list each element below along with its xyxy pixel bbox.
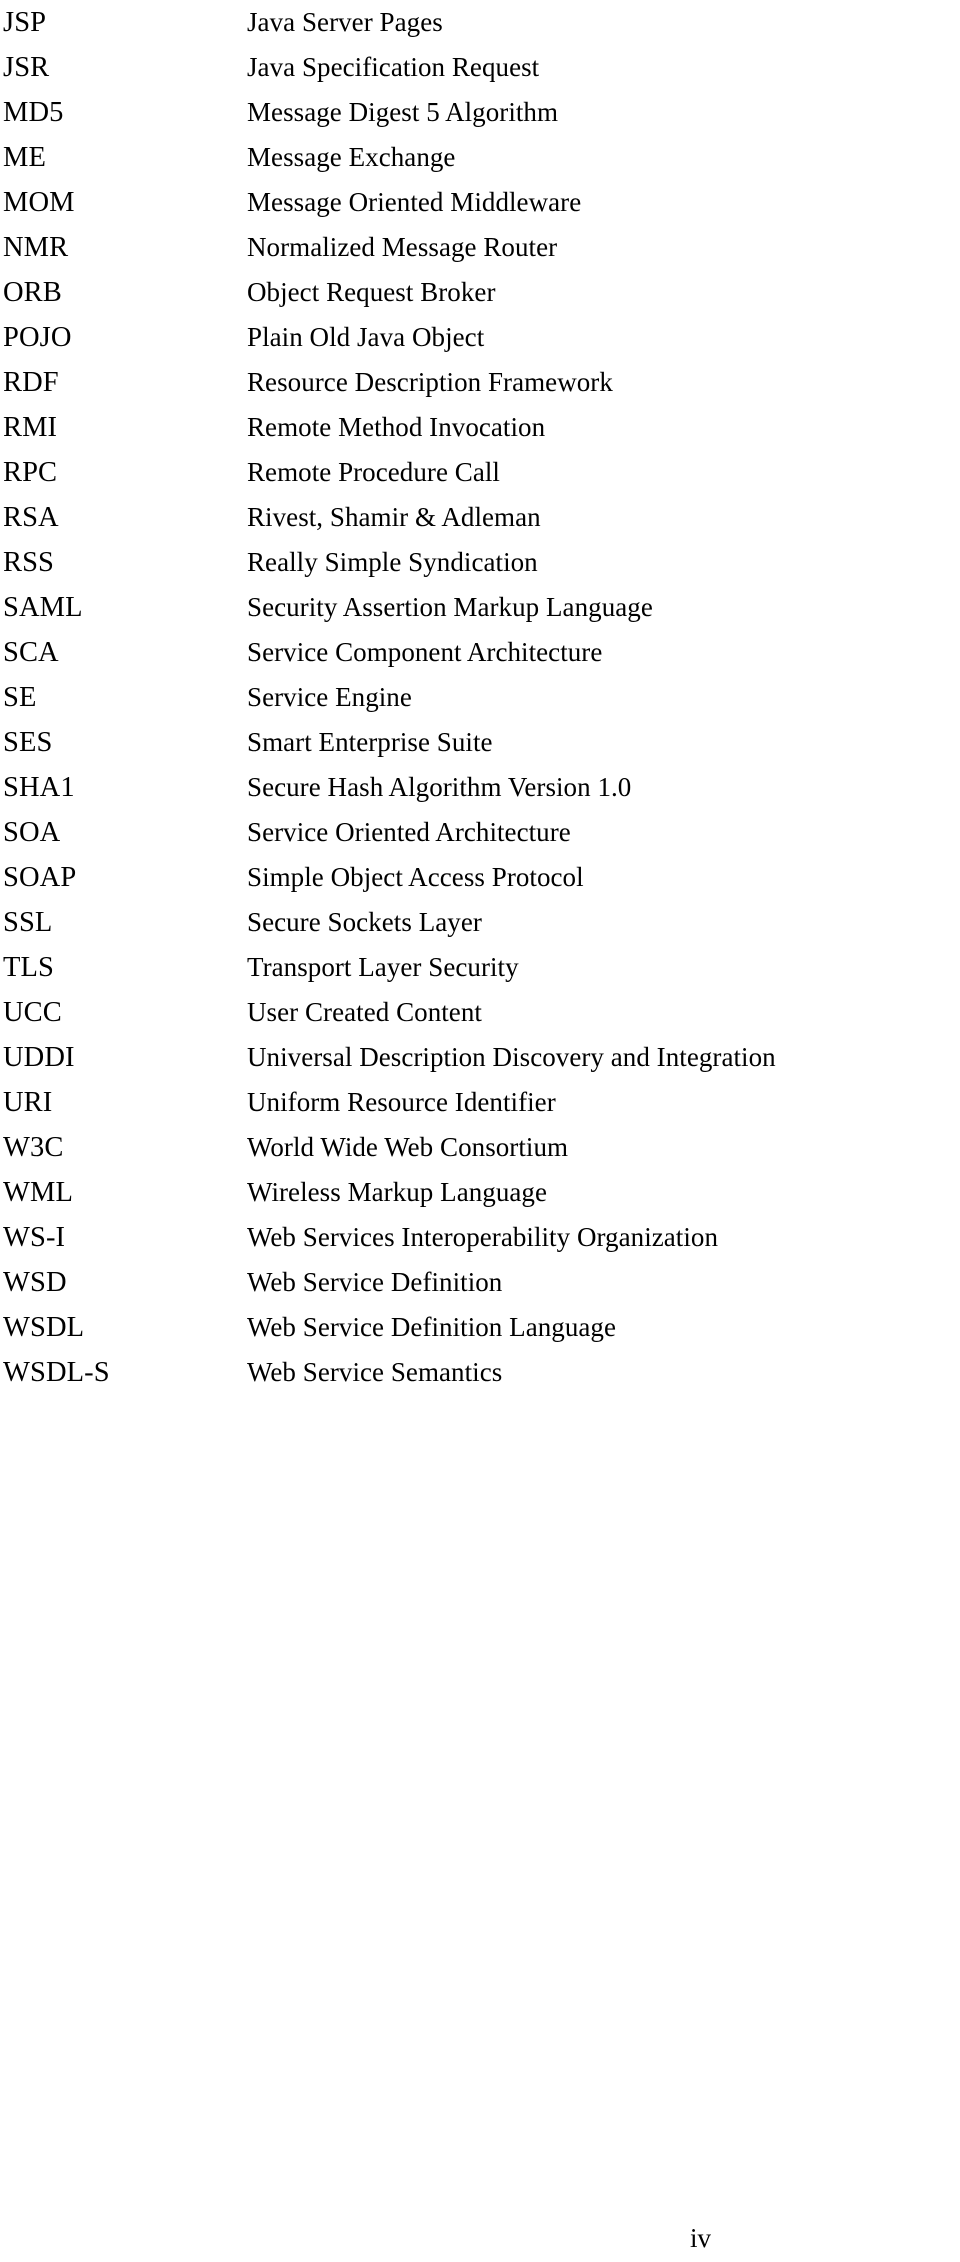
abbreviation-definition: Uniform Resource Identifier — [247, 1087, 556, 1117]
abbreviation-term: ME — [3, 142, 46, 173]
abbreviation-definition: Message Exchange — [247, 142, 456, 172]
abbreviation-definition: Java Specification Request — [247, 52, 540, 82]
glossary-row: POJO Plain Old Java Object — [0, 315, 960, 360]
abbreviation-definition: Secure Sockets Layer — [247, 907, 482, 937]
abbreviation-term: SE — [3, 682, 37, 713]
glossary-row: WSDL-S Web Service Semantics — [0, 1350, 960, 1395]
abbreviation-term: WML — [3, 1177, 73, 1208]
abbreviation-term: SOAP — [3, 862, 77, 893]
glossary-row: SAML Security Assertion Markup Language — [0, 585, 960, 630]
abbreviation-term: SOA — [3, 817, 61, 848]
abbreviation-term: MD5 — [3, 97, 64, 128]
abbreviation-term: W3C — [3, 1132, 64, 1163]
abbreviation-definition: Universal Description Discovery and Inte… — [247, 1042, 776, 1072]
abbreviation-term: JSP — [3, 7, 47, 38]
abbreviation-term: RDF — [3, 367, 59, 398]
glossary-row: RMI Remote Method Invocation — [0, 405, 960, 450]
abbreviation-definition: Smart Enterprise Suite — [247, 727, 493, 757]
abbreviation-term: POJO — [3, 322, 72, 353]
abbreviation-term: TLS — [3, 952, 54, 983]
abbreviation-definition: World Wide Web Consortium — [247, 1132, 569, 1162]
glossary-row: SCA Service Component Architecture — [0, 630, 960, 675]
abbreviation-definition: Resource Description Framework — [247, 367, 613, 397]
abbreviation-definition: Message Oriented Middleware — [247, 187, 582, 217]
abbreviation-term: RSS — [3, 547, 55, 578]
abbreviation-term: RPC — [3, 457, 58, 488]
abbreviation-definition: Transport Layer Security — [247, 952, 519, 982]
glossary-row: SES Smart Enterprise Suite — [0, 720, 960, 765]
abbreviation-definition: Service Engine — [247, 682, 412, 712]
glossary-row: JSP Java Server Pages — [0, 0, 960, 45]
abbreviation-term: JSR — [3, 52, 50, 83]
abbreviation-definition: Web Service Definition — [247, 1267, 503, 1297]
glossary-row: RPC Remote Procedure Call — [0, 450, 960, 495]
abbreviation-term: SCA — [3, 637, 59, 668]
abbreviation-definition: Message Digest 5 Algorithm — [247, 97, 559, 127]
abbreviation-term: WS-I — [3, 1222, 66, 1253]
abbreviation-definition: Web Services Interoperability Organizati… — [247, 1222, 719, 1252]
abbreviation-definition: User Created Content — [247, 997, 482, 1027]
abbreviation-definition: Service Component Architecture — [247, 637, 603, 667]
abbreviation-definition: Remote Method Invocation — [247, 412, 546, 442]
glossary-row: URI Uniform Resource Identifier — [0, 1080, 960, 1125]
glossary-row: SOAP Simple Object Access Protocol — [0, 855, 960, 900]
abbreviation-definition: Object Request Broker — [247, 277, 496, 307]
glossary-row: UCC User Created Content — [0, 990, 960, 1035]
glossary-row: WSD Web Service Definition — [0, 1260, 960, 1305]
glossary-row: UDDI Universal Description Discovery and … — [0, 1035, 960, 1080]
abbreviation-term: ORB — [3, 277, 62, 308]
abbreviation-definition: Rivest, Shamir & Adleman — [247, 502, 541, 532]
glossary-row: SSL Secure Sockets Layer — [0, 900, 960, 945]
document-page: JSP Java Server Pages JSR Java Specificatio… — [0, 0, 960, 2262]
abbreviations-list: JSP Java Server Pages JSR Java Specificatio… — [0, 0, 960, 1395]
abbreviation-definition: Really Simple Syndication — [247, 547, 538, 577]
glossary-row: SHA1 Secure Hash Algorithm Version 1.0 — [0, 765, 960, 810]
glossary-row: NMR Normalized Message Router — [0, 225, 960, 270]
abbreviation-term: SAML — [3, 592, 83, 623]
abbreviation-definition: Security Assertion Markup Language — [247, 592, 653, 622]
glossary-row: ORB Object Request Broker — [0, 270, 960, 315]
abbreviation-term: SHA1 — [3, 772, 75, 803]
abbreviation-term: SSL — [3, 907, 53, 938]
abbreviation-term: WSD — [3, 1267, 67, 1298]
glossary-row: SE Service Engine — [0, 675, 960, 720]
abbreviation-definition: Web Service Semantics — [247, 1357, 503, 1387]
abbreviation-term: WSDL-S — [3, 1357, 110, 1388]
glossary-row: MD5 Message Digest 5 Algorithm — [0, 90, 960, 135]
abbreviation-definition: Normalized Message Router — [247, 232, 558, 262]
glossary-row: MOM Message Oriented Middleware — [0, 180, 960, 225]
glossary-row: TLS Transport Layer Security — [0, 945, 960, 990]
abbreviation-definition: Plain Old Java Object — [247, 322, 485, 352]
abbreviation-definition: Remote Procedure Call — [247, 457, 500, 487]
glossary-row: WML Wireless Markup Language — [0, 1170, 960, 1215]
abbreviation-term: SES — [3, 727, 53, 758]
glossary-row: RSA Rivest, Shamir & Adleman — [0, 495, 960, 540]
abbreviation-definition: Java Server Pages — [247, 7, 443, 37]
abbreviation-definition: Simple Object Access Protocol — [247, 862, 584, 892]
abbreviation-term: UCC — [3, 997, 62, 1028]
glossary-row: SOA Service Oriented Architecture — [0, 810, 960, 855]
abbreviation-definition: Secure Hash Algorithm Version 1.0 — [247, 772, 632, 802]
glossary-row: WS-I Web Services Interoperability Organi… — [0, 1215, 960, 1260]
abbreviation-term: RSA — [3, 502, 59, 533]
abbreviation-term: URI — [3, 1087, 53, 1118]
glossary-row: ME Message Exchange — [0, 135, 960, 180]
abbreviation-definition: Web Service Definition Language — [247, 1312, 616, 1342]
page-number: iv — [690, 2223, 712, 2253]
abbreviation-definition: Service Oriented Architecture — [247, 817, 571, 847]
abbreviation-term: MOM — [3, 187, 75, 218]
abbreviation-term: UDDI — [3, 1042, 75, 1073]
glossary-row: WSDL Web Service Definition Language — [0, 1305, 960, 1350]
glossary-row: JSR Java Specification Request — [0, 45, 960, 90]
abbreviation-term: RMI — [3, 412, 58, 443]
glossary-row: RSS Really Simple Syndication — [0, 540, 960, 585]
glossary-row: W3C World Wide Web Consortium — [0, 1125, 960, 1170]
abbreviation-term: WSDL — [3, 1312, 85, 1343]
abbreviation-definition: Wireless Markup Language — [247, 1177, 548, 1207]
abbreviation-term: NMR — [3, 232, 69, 263]
glossary-row: RDF Resource Description Framework — [0, 360, 960, 405]
